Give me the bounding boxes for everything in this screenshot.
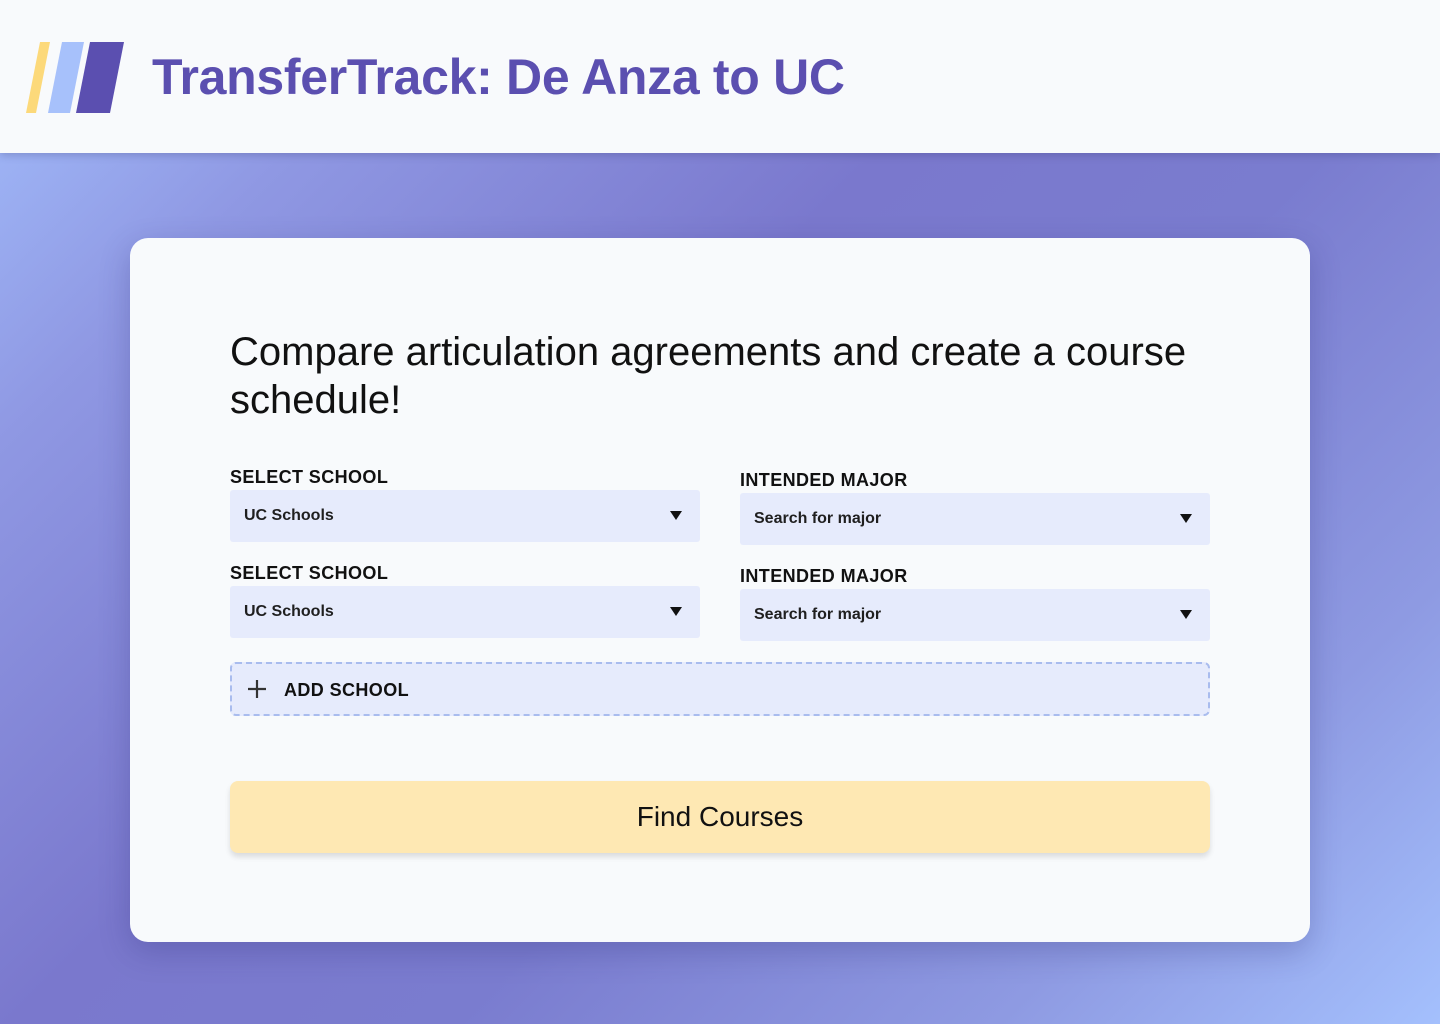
search-card: Compare articulation agreements and crea…: [130, 238, 1310, 942]
page-headline: Compare articulation agreements and crea…: [230, 330, 1187, 422]
add-school-button[interactable]: ADD SCHOOL: [230, 662, 1210, 716]
major-select-1[interactable]: Search for major: [740, 493, 1210, 545]
caret-down-icon: [1180, 514, 1192, 523]
plus-icon: [248, 680, 266, 698]
school-select-1[interactable]: UC Schools: [230, 490, 700, 542]
major-select-2[interactable]: Search for major: [740, 589, 1210, 641]
app-header: TransferTrack: De Anza to UC: [0, 0, 1440, 153]
major-select-value: Search for major: [754, 510, 882, 527]
intended-major-label: INTENDED MAJOR: [740, 566, 908, 586]
select-school-label: SELECT SCHOOL: [230, 563, 389, 583]
find-courses-button[interactable]: Find Courses: [230, 781, 1210, 853]
major-select-value: Search for major: [754, 606, 882, 623]
caret-down-icon: [1180, 610, 1192, 619]
add-school-label: ADD SCHOOL: [284, 680, 409, 700]
intended-major-label: INTENDED MAJOR: [740, 470, 908, 490]
logo-icon: [26, 42, 124, 113]
school-select-2[interactable]: UC Schools: [230, 586, 700, 638]
app-title: TransferTrack: De Anza to UC: [152, 49, 845, 105]
caret-down-icon: [670, 607, 682, 616]
select-school-label: SELECT SCHOOL: [230, 467, 389, 487]
caret-down-icon: [670, 511, 682, 520]
school-select-value: UC Schools: [244, 507, 334, 524]
school-select-value: UC Schools: [244, 603, 334, 620]
